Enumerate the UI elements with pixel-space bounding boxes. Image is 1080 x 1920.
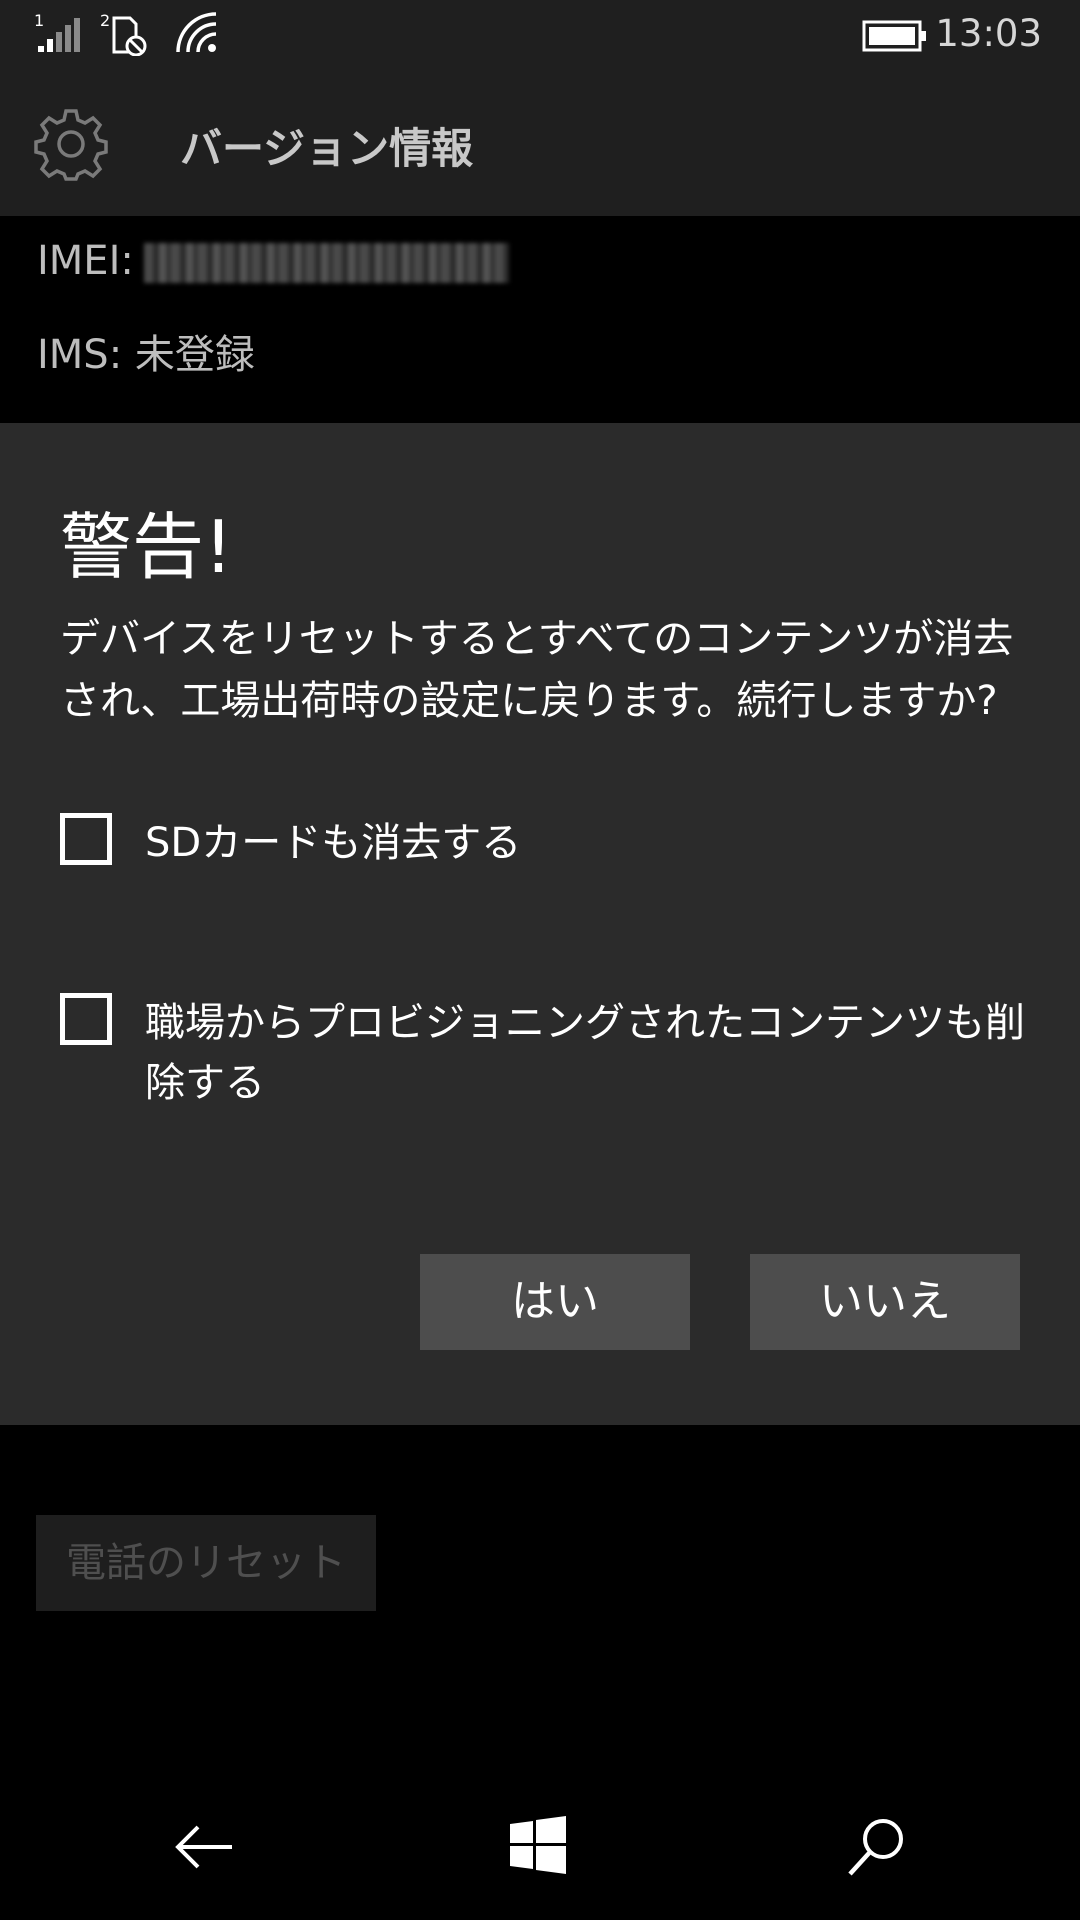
navigation-bar	[0, 1770, 1080, 1920]
sim2-label: 2	[100, 11, 110, 30]
ims-value: 未登録	[134, 332, 255, 378]
ims-label: IMS:	[37, 332, 123, 378]
gear-icon	[34, 107, 108, 185]
clock: 13:03	[935, 12, 1042, 55]
erase-sd-card-label[interactable]: SDカードも消去する	[145, 813, 1025, 873]
remove-provisioned-content-checkbox[interactable]	[60, 993, 112, 1045]
windows-start-icon[interactable]	[508, 1815, 568, 1879]
signal-icon: 1	[32, 10, 88, 60]
screen: 1 2 13:03 バージョン情報 IMEI: IMS: 未登録 警告! デバイ…	[0, 0, 1080, 1920]
battery-icon	[862, 20, 928, 56]
yes-button[interactable]: はい	[420, 1254, 690, 1350]
sim1-label: 1	[34, 11, 44, 30]
erase-sd-card-checkbox[interactable]	[60, 813, 112, 865]
imei-row: IMEI:	[37, 238, 509, 284]
no-button[interactable]: いいえ	[750, 1254, 1020, 1350]
imei-value-redacted	[143, 243, 509, 283]
page-title: バージョン情報	[180, 124, 474, 173]
dialog-message: デバイスをリセットするとすべてのコンテンツが消去され、工場出荷時の設定に戻ります…	[60, 616, 1014, 724]
reset-phone-button: 電話のリセット	[36, 1515, 376, 1611]
dialog-title: 警告!	[60, 505, 233, 589]
wifi-icon	[174, 10, 220, 60]
back-icon[interactable]	[172, 1815, 236, 1883]
ims-row: IMS: 未登録	[37, 322, 255, 380]
reset-warning-dialog: 警告! デバイスをリセットするとすべてのコンテンツが消去され、工場出荷時の設定に…	[0, 423, 1080, 1425]
remove-provisioned-content-label[interactable]: 職場からプロビジョニングされたコンテンツも削除する	[145, 993, 1025, 1113]
status-bar: 1 2 13:03	[0, 0, 1080, 71]
sim-no-service-icon: 2	[100, 10, 150, 60]
imei-label: IMEI:	[37, 238, 134, 284]
search-icon[interactable]	[845, 1815, 909, 1883]
title-bar: バージョン情報	[0, 71, 1080, 216]
